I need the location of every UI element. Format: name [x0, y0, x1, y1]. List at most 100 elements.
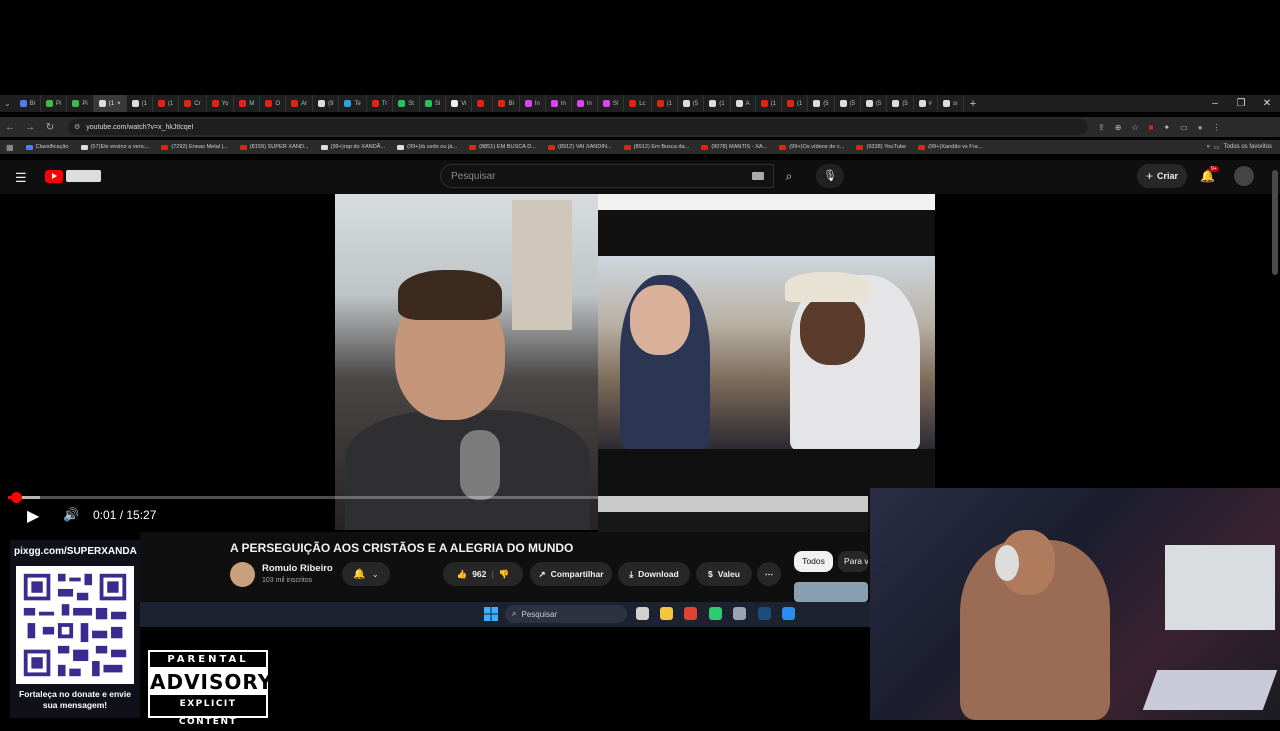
file-explorer-icon[interactable] — [660, 607, 673, 620]
new-tab-button[interactable]: + — [964, 98, 982, 110]
browser-tab[interactable]: In — [572, 95, 598, 112]
thumbs-down-icon[interactable]: 👎 — [499, 569, 510, 580]
browser-tab[interactable]: Cr — [179, 95, 207, 112]
back-icon[interactable]: ← — [0, 122, 20, 133]
microphone-icon[interactable]: 🎙 — [816, 164, 844, 188]
hamburger-menu-icon[interactable]: ☰ — [15, 170, 27, 186]
bookmark-item[interactable]: (8851) EM BUSCA D... — [463, 144, 542, 150]
extensions-icon[interactable]: ✦ — [1163, 123, 1170, 132]
forward-icon[interactable]: → — [20, 122, 40, 133]
browser-tab[interactable]: (1 — [652, 95, 678, 112]
create-button[interactable]: + Criar — [1137, 164, 1187, 188]
browser-tab[interactable]: (5 — [861, 95, 888, 112]
minimize-icon[interactable]: – — [1202, 95, 1228, 112]
browser-tab[interactable]: Ar — [286, 95, 314, 112]
share-button[interactable]: ↗ Compartilhar — [530, 562, 612, 586]
browser-tab[interactable]: M — [234, 95, 261, 112]
youtube-logo[interactable] — [45, 168, 102, 184]
chip-all[interactable]: Todos — [794, 551, 833, 572]
browser-tab[interactable]: In — [546, 95, 572, 112]
bookmark-item[interactable]: (9078) MANTIS - XA... — [695, 144, 773, 150]
restore-icon[interactable]: ❐ — [1228, 95, 1254, 112]
browser-tab[interactable]: In — [520, 95, 546, 112]
browser-tab[interactable]: (1 — [153, 95, 180, 112]
sidepanel-icon[interactable]: ▭ — [1180, 123, 1188, 132]
thumbs-up-icon[interactable]: 👍 — [457, 569, 468, 580]
browser-tab[interactable]: Lc — [624, 95, 652, 112]
channel-name[interactable]: Romulo Ribeiro — [262, 563, 333, 574]
menu-icon[interactable]: ⋮ — [1213, 123, 1221, 132]
close-window-icon[interactable]: ✕ — [1254, 95, 1280, 112]
browser-tab[interactable]: Pi — [41, 95, 68, 112]
play-icon[interactable]: ▶ — [27, 506, 39, 526]
channel-avatar[interactable] — [230, 562, 255, 587]
browser-tab[interactable]: (9 — [313, 95, 340, 112]
address-bar[interactable]: ⚙ youtube.com/watch?v=x_hkJtIcqeI — [68, 119, 1088, 135]
bookmark-item[interactable]: (8912) VAI XANDIN... — [542, 144, 618, 150]
recommended-video-thumbnail[interactable] — [794, 582, 868, 602]
browser-tab[interactable] — [472, 95, 494, 112]
browser-tab[interactable]: Bi — [15, 95, 42, 112]
bookmark-item[interactable]: (99+)rap do XANDÃ... — [315, 144, 392, 150]
more-actions-icon[interactable]: ⋯ — [757, 562, 781, 586]
app-blue-icon[interactable] — [782, 607, 795, 620]
zoom-icon[interactable]: ⊕ — [1115, 123, 1122, 132]
browser-tab[interactable]: sı — [938, 95, 964, 112]
bookmark-item[interactable]: (9338) YouTube — [850, 144, 912, 150]
search-icon[interactable]: ⌕ — [774, 164, 804, 188]
search-input[interactable]: Pesquisar — [440, 164, 774, 188]
browser-tab[interactable]: (5 — [887, 95, 914, 112]
bookmark-item[interactable]: (57)Ele ensino a venc... — [75, 144, 156, 150]
browser-tab[interactable]: (5 — [808, 95, 835, 112]
bookmark-item[interactable]: Classificação — [20, 144, 75, 150]
steam-icon[interactable] — [758, 607, 771, 620]
subscribed-notification-button[interactable]: 🔔 ⌄ — [342, 562, 390, 586]
chip-for-you[interactable]: Para v — [838, 551, 868, 572]
bookmark-item[interactable]: (99+)Xandão vs Fra... — [912, 144, 988, 150]
app-icon[interactable] — [709, 607, 722, 620]
browser-tab[interactable]: # — [914, 95, 939, 112]
bookmark-item[interactable]: (99+)tá cedo ou já... — [391, 144, 463, 150]
bookmark-item[interactable]: (8912) Em Busca da... — [618, 144, 696, 150]
browser-tab[interactable]: Pi — [67, 95, 94, 112]
browser-tab[interactable]: (5 — [835, 95, 861, 112]
extension-icon[interactable]: ■ — [1149, 123, 1154, 132]
tab-search-icon[interactable]: ⌄ — [0, 99, 15, 108]
chrome-icon[interactable] — [684, 607, 697, 620]
reload-icon[interactable]: ↻ — [40, 122, 60, 133]
browser-tab[interactable]: Bl — [493, 95, 520, 112]
bookmark-item[interactable]: (8159) SUPER XAND... — [234, 144, 315, 150]
all-bookmarks[interactable]: » ▭ Todos os favoritos — [1207, 140, 1272, 154]
task-view-icon[interactable] — [636, 607, 649, 620]
bookmark-star-icon[interactable]: ☆ — [1131, 123, 1138, 132]
download-button[interactable]: ⤓ Download — [618, 562, 690, 586]
browser-tab[interactable]: Yo — [207, 95, 235, 112]
browser-tab[interactable]: (5 — [678, 95, 705, 112]
bookmark-item[interactable]: (99+)Os vídeos de c... — [773, 144, 850, 150]
site-info-icon[interactable]: ⚙ — [74, 123, 80, 131]
browser-tab[interactable]: Vi — [446, 95, 473, 112]
profile-icon[interactable]: ● — [1198, 123, 1203, 132]
browser-tab[interactable]: (1 — [127, 95, 153, 112]
browser-tab[interactable]: A — [731, 95, 756, 112]
progress-scrubber[interactable] — [11, 492, 22, 503]
thanks-button[interactable]: $ Valeu — [696, 562, 752, 586]
browser-tab[interactable]: (1 — [756, 95, 782, 112]
browser-tab[interactable]: St — [393, 95, 420, 112]
tab-close-icon[interactable]: × — [117, 101, 121, 107]
like-dislike-button[interactable]: 👍 962 | 👎 — [443, 562, 523, 586]
settings-icon[interactable] — [733, 607, 746, 620]
install-icon[interactable]: ⇪ — [1098, 123, 1105, 132]
taskbar-search-input[interactable]: ⌕ Pesquisar — [505, 605, 627, 623]
keyboard-icon[interactable] — [752, 172, 764, 180]
browser-tab[interactable]: Tr — [367, 95, 394, 112]
browser-tab[interactable]: Sl — [598, 95, 625, 112]
windows-start-icon[interactable] — [484, 607, 498, 621]
apps-icon[interactable]: ▦ — [0, 143, 20, 152]
browser-tab[interactable]: O — [260, 95, 287, 112]
bookmark-item[interactable]: (7292) Eneas Metal |... — [155, 144, 234, 150]
volume-icon[interactable]: 🔊 — [63, 507, 79, 523]
browser-tab[interactable]: (1 — [704, 95, 731, 112]
account-avatar[interactable] — [1234, 166, 1254, 186]
browser-tab[interactable]: Te — [339, 95, 367, 112]
